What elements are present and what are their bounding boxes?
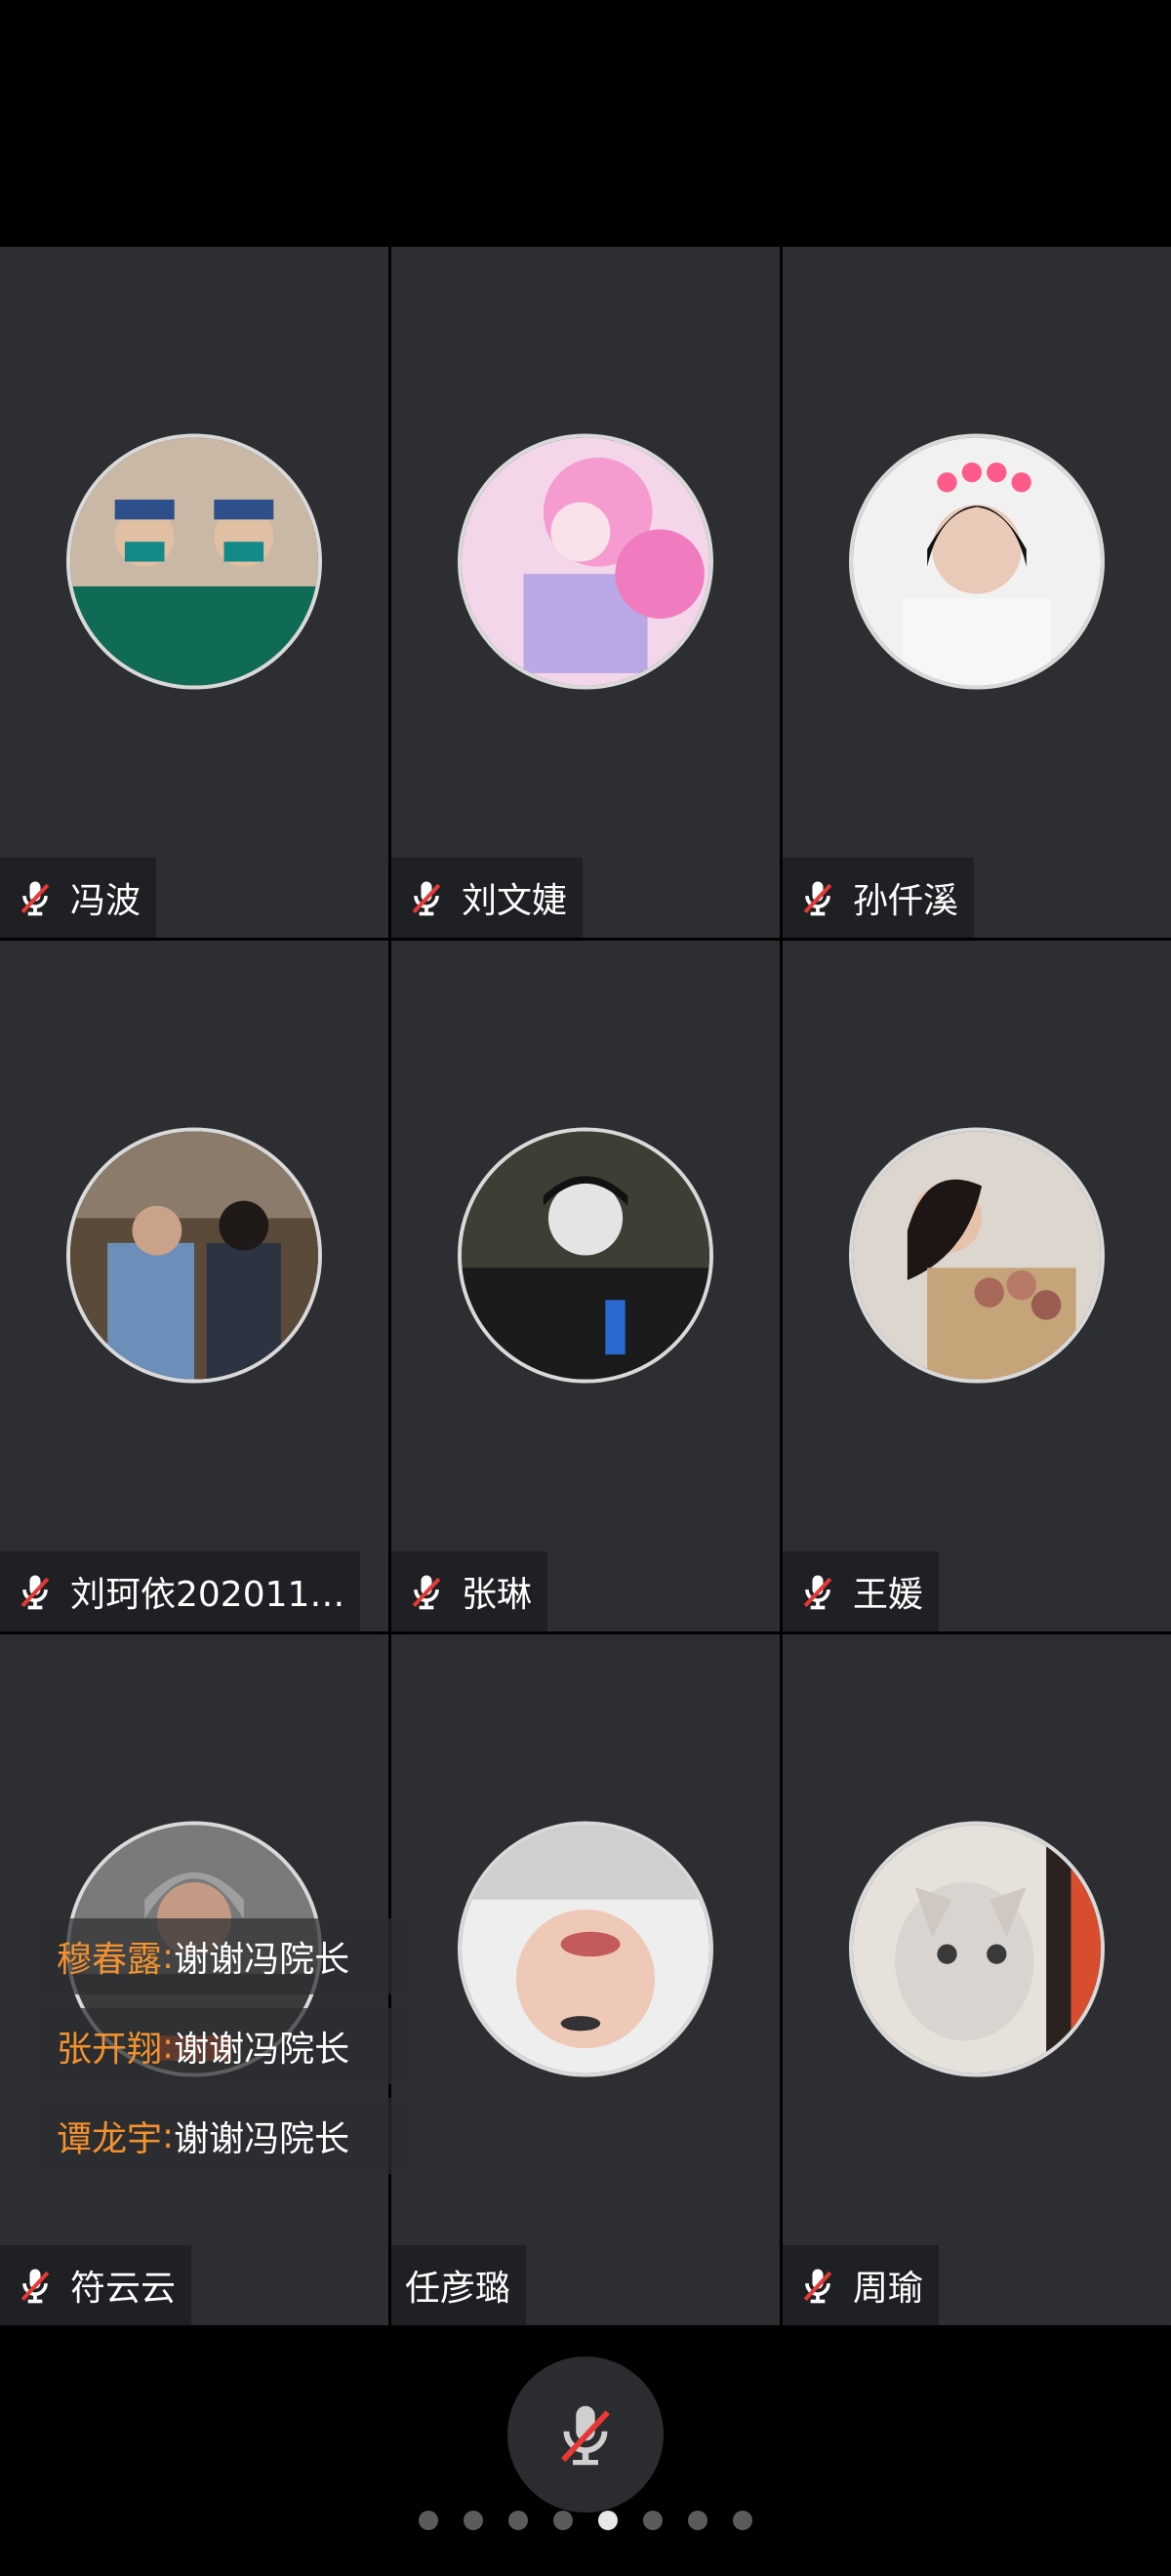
participant-name: 刘珂依202011… xyxy=(70,1575,345,1615)
participant-tile[interactable]: 冯波 xyxy=(0,247,388,938)
participant-name: 孙仟溪 xyxy=(853,881,959,921)
chat-colon: : xyxy=(162,2026,175,2067)
participant-avatar xyxy=(458,1127,713,1384)
mute-toggle-button[interactable] xyxy=(507,2356,664,2513)
participant-nametag: 孙仟溪 xyxy=(783,858,975,938)
participant-nametag: 周瑜 xyxy=(783,2245,940,2325)
chat-colon: : xyxy=(162,1936,175,1977)
chat-text: 谢谢冯院长 xyxy=(174,1940,350,1980)
mic-muted-icon xyxy=(412,881,441,916)
participant-avatar xyxy=(66,433,322,690)
participant-name: 周瑜 xyxy=(853,2269,924,2309)
page-dot[interactable] xyxy=(643,2511,663,2530)
chat-sender: 谭龙宇 xyxy=(57,2119,163,2159)
participant-name: 刘文婕 xyxy=(462,881,568,921)
participant-name: 任彦璐 xyxy=(405,2269,511,2309)
participant-name: 符云云 xyxy=(70,2269,177,2309)
participant-nametag: 符云云 xyxy=(0,2245,192,2325)
participant-avatar xyxy=(66,1127,322,1384)
mic-muted-icon xyxy=(803,1575,832,1610)
participant-tile[interactable]: 刘文婕 xyxy=(391,247,780,938)
participant-avatar xyxy=(849,433,1105,690)
participant-nametag: 冯波 xyxy=(0,858,157,938)
participant-nametag: 刘珂依202011… xyxy=(0,1551,361,1631)
page-dot-active[interactable] xyxy=(598,2511,618,2530)
participant-tile[interactable]: 周瑜 xyxy=(783,1634,1171,2325)
participant-nametag: 张琳 xyxy=(391,1551,548,1631)
page-dot[interactable] xyxy=(733,2511,752,2530)
participant-tile[interactable]: 王媛 xyxy=(783,941,1171,1631)
participant-nametag: 王媛 xyxy=(783,1551,940,1631)
chat-message: 谭龙宇: 谢谢冯院长 xyxy=(37,2098,410,2174)
participant-nametag: 任彦璐 xyxy=(391,2245,527,2325)
mic-muted-icon xyxy=(803,881,832,916)
participant-tile[interactable]: 任彦璐 xyxy=(391,1634,780,2325)
participant-avatar xyxy=(849,1127,1105,1384)
participant-avatar xyxy=(849,1821,1105,2077)
participant-avatar xyxy=(458,1821,713,2077)
chat-text: 谢谢冯院长 xyxy=(174,2119,350,2159)
page-dot[interactable] xyxy=(508,2511,528,2530)
mic-muted-icon xyxy=(20,1575,50,1610)
chat-colon: : xyxy=(162,2115,175,2156)
mic-muted-icon xyxy=(20,2269,50,2304)
participant-tile[interactable]: 张琳 xyxy=(391,941,780,1631)
page-dot[interactable] xyxy=(688,2511,707,2530)
chat-sender: 张开翔 xyxy=(57,2030,163,2070)
page-indicator xyxy=(0,2511,1171,2530)
page-dot[interactable] xyxy=(419,2511,438,2530)
participant-tile[interactable]: 刘珂依202011… xyxy=(0,941,388,1631)
page-dot[interactable] xyxy=(553,2511,573,2530)
chat-message: 穆春露: 谢谢冯院长 xyxy=(37,1918,410,1994)
participant-name: 张琳 xyxy=(462,1575,533,1615)
mic-muted-icon xyxy=(561,2405,610,2466)
mic-muted-icon xyxy=(412,1575,441,1610)
chat-overlay: 穆春露: 谢谢冯院长 张开翔: 谢谢冯院长 谭龙宇: 谢谢冯院长 xyxy=(37,1918,410,2188)
participant-nametag: 刘文婕 xyxy=(391,858,584,938)
bottom-control-bar xyxy=(0,2325,1171,2576)
participant-name: 冯波 xyxy=(70,881,141,921)
chat-sender: 穆春露 xyxy=(57,1940,163,1980)
participant-avatar xyxy=(458,433,713,690)
participant-tile[interactable]: 孙仟溪 xyxy=(783,247,1171,938)
participant-name: 王媛 xyxy=(853,1575,924,1615)
page-dot[interactable] xyxy=(464,2511,483,2530)
chat-message: 张开翔: 谢谢冯院长 xyxy=(37,2008,410,2084)
mic-muted-icon xyxy=(20,881,50,916)
mic-muted-icon xyxy=(803,2269,832,2304)
chat-text: 谢谢冯院长 xyxy=(174,2030,350,2070)
